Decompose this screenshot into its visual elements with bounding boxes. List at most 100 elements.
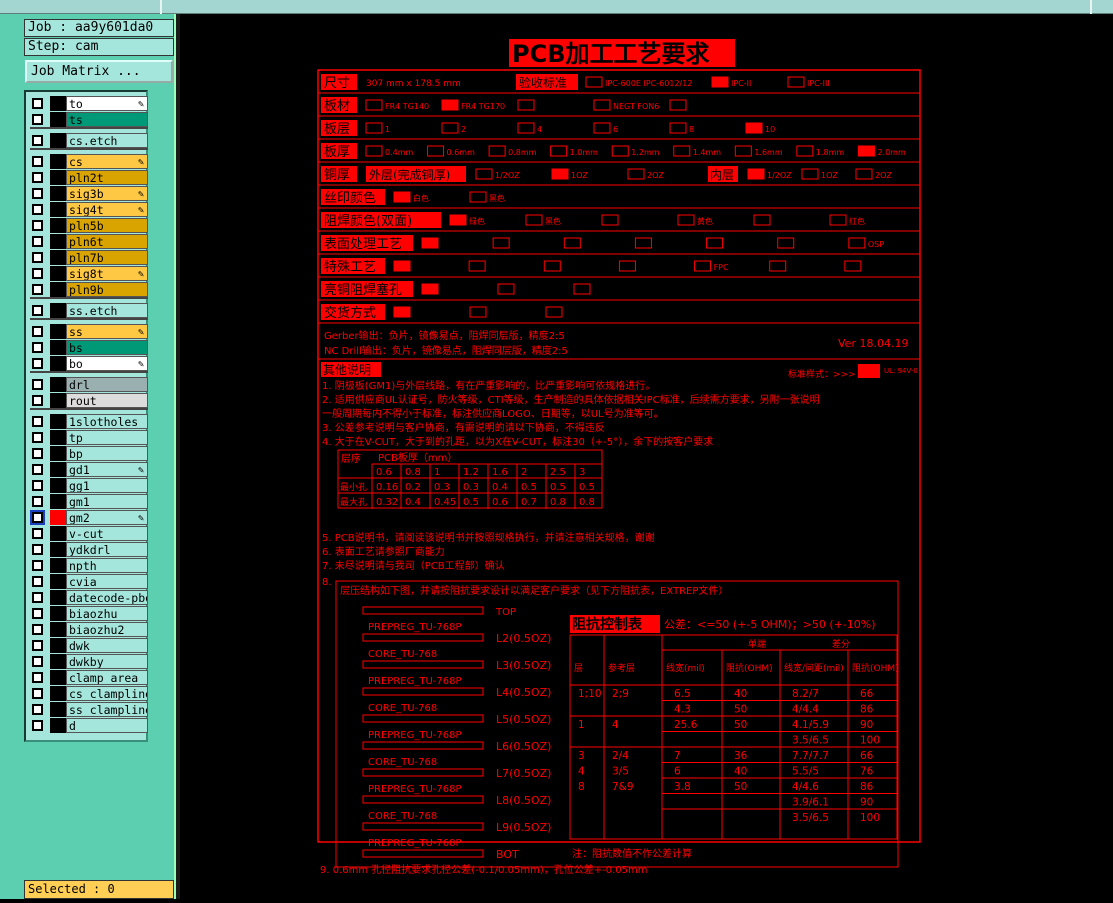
layer-color-swatch[interactable]: [50, 494, 66, 509]
layer-row-dwk[interactable]: dwk: [30, 638, 148, 653]
layer-name[interactable]: tp: [66, 430, 148, 445]
layer-row-ss_clampline[interactable]: ss_clampline: [30, 702, 148, 717]
layer-name[interactable]: rout: [66, 393, 148, 408]
layer-row-sig3b[interactable]: sig3b ✎: [30, 186, 148, 201]
layer-color-swatch[interactable]: [50, 686, 66, 701]
layer-name[interactable]: ss ✎: [66, 324, 148, 339]
layer-color-swatch[interactable]: [50, 202, 66, 217]
layer-color-swatch[interactable]: [50, 266, 66, 281]
layer-checkbox[interactable]: [32, 135, 43, 146]
layer-row-cs_clampline[interactable]: cs_clampline: [30, 686, 148, 701]
layer-checkbox[interactable]: [32, 560, 43, 571]
layer-color-swatch[interactable]: [50, 234, 66, 249]
layer-row-datecode-pbo[interactable]: datecode-pbo: [30, 590, 148, 605]
layer-checkbox[interactable]: [32, 416, 43, 427]
layer-row-cs[interactable]: cs ✎: [30, 154, 148, 169]
layer-color-swatch[interactable]: [50, 377, 66, 392]
layer-checkbox[interactable]: [32, 672, 43, 683]
layer-row-biaozhu2[interactable]: biaozhu2: [30, 622, 148, 637]
drawing-canvas[interactable]: PCB加工工艺要求尺寸 307 mm x 178.5 mm 验收标准 IPC-600E…: [180, 14, 1113, 899]
layer-name[interactable]: pln7b: [66, 250, 148, 265]
layer-checkbox[interactable]: [32, 576, 43, 587]
layer-row-gg1[interactable]: gg1: [30, 478, 148, 493]
layer-color-swatch[interactable]: [50, 718, 66, 733]
layer-checkbox[interactable]: [32, 284, 43, 295]
layer-color-swatch[interactable]: [50, 670, 66, 685]
layer-checkbox[interactable]: [32, 188, 43, 199]
layer-checkbox[interactable]: [32, 236, 43, 247]
layer-name[interactable]: 1slotholes: [66, 414, 148, 429]
layer-name[interactable]: dwk: [66, 638, 148, 653]
layer-row-drl[interactable]: drl: [30, 377, 148, 392]
layer-name[interactable]: pln6t: [66, 234, 148, 249]
layer-checkbox[interactable]: [32, 464, 43, 475]
layer-checkbox[interactable]: [32, 220, 43, 231]
layer-row-to[interactable]: to ✎: [30, 96, 148, 111]
layer-row-ts[interactable]: ts: [30, 112, 148, 127]
layer-name[interactable]: ts: [66, 112, 148, 127]
layer-name[interactable]: dwkby: [66, 654, 148, 669]
layer-row-npth[interactable]: npth: [30, 558, 148, 573]
layer-color-swatch[interactable]: [50, 510, 66, 525]
layer-name[interactable]: d: [66, 718, 148, 733]
layer-row-cs.etch[interactable]: cs.etch: [30, 133, 148, 148]
layer-name[interactable]: ydkdrl: [66, 542, 148, 557]
layer-row-dwkby[interactable]: dwkby: [30, 654, 148, 669]
layer-checkbox[interactable]: [32, 528, 43, 539]
layer-color-swatch[interactable]: [50, 478, 66, 493]
job-matrix-button[interactable]: Job Matrix ...: [25, 60, 173, 83]
layer-color-swatch[interactable]: [50, 542, 66, 557]
layer-name[interactable]: pln2t: [66, 170, 148, 185]
layer-checkbox[interactable]: [32, 268, 43, 279]
layer-row-pln2t[interactable]: pln2t: [30, 170, 148, 185]
layer-row-ss.etch[interactable]: ss.etch: [30, 303, 148, 318]
layer-checkbox[interactable]: [32, 640, 43, 651]
layer-color-swatch[interactable]: [50, 170, 66, 185]
layer-name[interactable]: gd1 ✎: [66, 462, 148, 477]
layer-checkbox[interactable]: [32, 204, 43, 215]
layer-color-swatch[interactable]: [50, 638, 66, 653]
layer-checkbox[interactable]: [32, 395, 43, 406]
layer-row-d[interactable]: d: [30, 718, 148, 733]
layer-checkbox[interactable]: [32, 432, 43, 443]
layer-color-swatch[interactable]: [50, 526, 66, 541]
layer-row-pln6t[interactable]: pln6t: [30, 234, 148, 249]
layer-color-swatch[interactable]: [50, 218, 66, 233]
graphics-area[interactable]: PCB加工工艺要求 尺寸 307 mm x 178.5 mm 验收标准 IPC-600E…: [180, 14, 1113, 899]
layer-color-swatch[interactable]: [50, 654, 66, 669]
layer-row-bp[interactable]: bp: [30, 446, 148, 461]
layer-name[interactable]: bs: [66, 340, 148, 355]
layer-name[interactable]: cs ✎: [66, 154, 148, 169]
layer-checkbox[interactable]: [32, 656, 43, 667]
layer-row-pln5b[interactable]: pln5b: [30, 218, 148, 233]
layer-color-swatch[interactable]: [50, 250, 66, 265]
layer-color-swatch[interactable]: [50, 702, 66, 717]
layer-name[interactable]: datecode-pbo: [66, 590, 148, 605]
layer-row-gm1[interactable]: gm1: [30, 494, 148, 509]
layer-color-swatch[interactable]: [50, 393, 66, 408]
layer-row-ss[interactable]: ss ✎: [30, 324, 148, 339]
layer-color-swatch[interactable]: [50, 622, 66, 637]
layer-row-cvia[interactable]: cvia: [30, 574, 148, 589]
layer-checkbox[interactable]: [32, 496, 43, 507]
layer-name[interactable]: biaozhu2: [66, 622, 148, 637]
layer-row-bs[interactable]: bs: [30, 340, 148, 355]
layer-name[interactable]: sig4t ✎: [66, 202, 148, 217]
layer-checkbox[interactable]: [32, 704, 43, 715]
layer-color-swatch[interactable]: [50, 414, 66, 429]
layer-checkbox[interactable]: [32, 326, 43, 337]
layer-name[interactable]: drl: [66, 377, 148, 392]
layer-row-pln7b[interactable]: pln7b: [30, 250, 148, 265]
layer-row-sig8t[interactable]: sig8t ✎: [30, 266, 148, 281]
layer-color-swatch[interactable]: [50, 574, 66, 589]
layer-name[interactable]: to ✎: [66, 96, 148, 111]
layer-checkbox[interactable]: [32, 172, 43, 183]
layer-checkbox[interactable]: [32, 98, 43, 109]
layer-color-swatch[interactable]: [50, 324, 66, 339]
layer-color-swatch[interactable]: [50, 133, 66, 148]
layer-checkbox[interactable]: [32, 379, 43, 390]
layer-color-swatch[interactable]: [50, 303, 66, 318]
layer-name[interactable]: npth: [66, 558, 148, 573]
layer-name[interactable]: cs.etch: [66, 133, 148, 148]
layer-color-swatch[interactable]: [50, 430, 66, 445]
